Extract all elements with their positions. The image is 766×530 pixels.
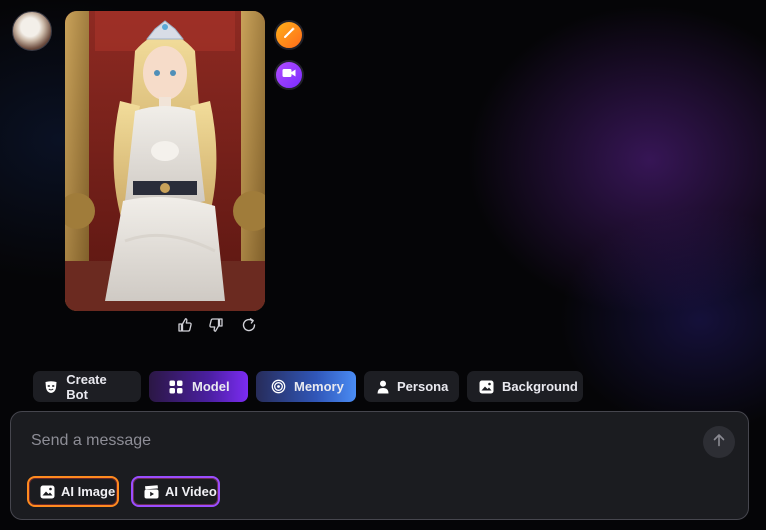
- arrow-up-icon: [712, 433, 726, 452]
- model-button[interactable]: Model: [149, 371, 248, 402]
- message-input[interactable]: [31, 429, 671, 453]
- video-generate-button[interactable]: [274, 60, 304, 90]
- ai-video-button[interactable]: AI Video: [131, 476, 220, 507]
- create-bot-label: Create Bot: [66, 371, 107, 402]
- persona-label: Persona: [397, 379, 449, 394]
- thumbs-up-button[interactable]: [176, 317, 194, 338]
- landscape-image-icon: [479, 379, 494, 395]
- ai-image-label: AI Image: [61, 484, 116, 499]
- message-composer: AI Image AI Video: [10, 411, 749, 520]
- ai-image-icon: [39, 484, 55, 500]
- person-icon: [377, 379, 389, 395]
- generated-image[interactable]: [65, 11, 265, 311]
- memory-label: Memory: [294, 379, 344, 394]
- character-illustration: [65, 11, 265, 311]
- ai-video-label: AI Video: [165, 484, 217, 499]
- send-button[interactable]: [703, 426, 735, 458]
- thumbs-up-icon: [177, 317, 193, 338]
- chat-toolbar: Create Bot Model Memory Persona Backgrou…: [33, 371, 583, 402]
- bot-avatar[interactable]: [12, 11, 52, 51]
- thumbs-down-icon: [208, 317, 224, 338]
- model-label: Model: [192, 379, 230, 394]
- create-bot-button[interactable]: Create Bot: [33, 371, 141, 402]
- magic-wand-icon: [282, 26, 296, 45]
- persona-button[interactable]: Persona: [364, 371, 459, 402]
- grid-icon: [168, 379, 184, 395]
- background-label: Background: [502, 379, 578, 394]
- memory-spiral-icon: [270, 379, 286, 395]
- regenerate-button[interactable]: [240, 317, 258, 338]
- mask-icon: [43, 379, 58, 395]
- regenerate-icon: [241, 317, 257, 338]
- background-button[interactable]: Background: [467, 371, 583, 402]
- memory-button[interactable]: Memory: [256, 371, 356, 402]
- thumbs-down-button[interactable]: [207, 317, 225, 338]
- video-camera-icon: [282, 66, 296, 84]
- magic-wand-button[interactable]: [274, 20, 304, 50]
- ai-image-button[interactable]: AI Image: [27, 476, 119, 507]
- clapperboard-icon: [143, 484, 159, 500]
